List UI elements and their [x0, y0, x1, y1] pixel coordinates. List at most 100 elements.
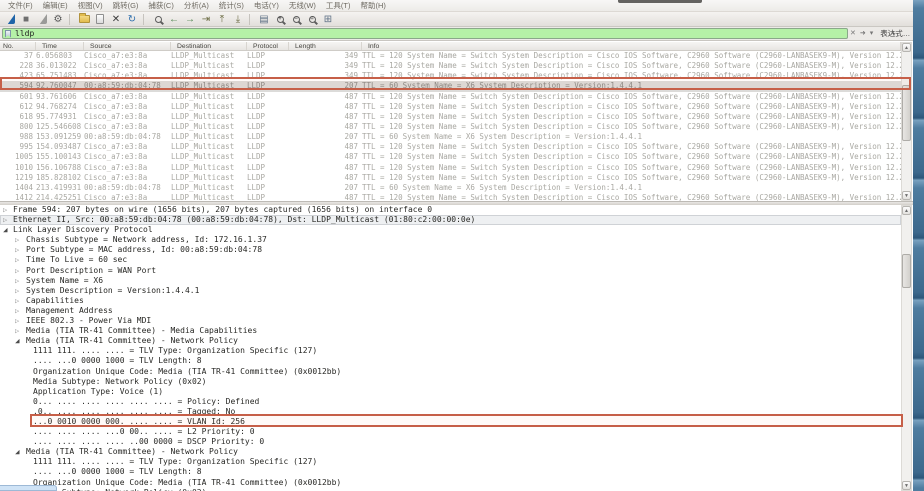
- menu-item-2[interactable]: 视图(V): [73, 0, 108, 11]
- packet-row-228[interactable]: 22836.013022Cisco_a7:e3:8aLLDP_Multicast…: [0, 61, 901, 71]
- menu-item-0[interactable]: 文件(F): [3, 0, 38, 11]
- packet-row-612[interactable]: 61294.768274Cisco_a7:e3:8aLLDP_Multicast…: [0, 102, 901, 112]
- packet-row-601[interactable]: 60193.761606Cisco_a7:e3:8aLLDP_Multicast…: [0, 92, 901, 102]
- expand-icon[interactable]: ▷: [15, 276, 19, 286]
- detail-line-17[interactable]: Media Subtype: Network Policy (0x02): [0, 377, 901, 387]
- colorize-icon[interactable]: ▤: [257, 13, 272, 26]
- column-header-time[interactable]: Time: [36, 42, 84, 50]
- filter-apply-icon[interactable]: ➜: [858, 28, 868, 39]
- scroll-down-icon[interactable]: ▼: [902, 481, 911, 490]
- column-header-length[interactable]: Length: [289, 42, 362, 50]
- go-forward-icon[interactable]: →: [183, 13, 198, 26]
- packet-row-995[interactable]: 995154.093487Cisco_a7:e3:8aLLDP_Multicas…: [0, 142, 901, 152]
- detail-line-26[interactable]: .... ...0 0000 1000 = TLV Length: 8: [0, 467, 901, 477]
- column-header-destination[interactable]: Destination: [171, 42, 247, 50]
- packet-row-618[interactable]: 61895.774931Cisco_a7:e3:8aLLDP_Multicast…: [0, 112, 901, 122]
- detail-line-8[interactable]: ▷System Description = Version:1.4.4.1: [0, 286, 901, 296]
- menu-item-9[interactable]: 工具(T): [321, 0, 356, 11]
- packet-row-1404[interactable]: 1404213.41993100:a8:59:db:04:78LLDP_Mult…: [0, 183, 901, 193]
- go-back-icon[interactable]: ←: [167, 13, 182, 26]
- expand-icon[interactable]: ▷: [3, 215, 7, 225]
- expand-icon[interactable]: ▷: [15, 235, 19, 245]
- packet-row-800[interactable]: 800125.546608Cisco_a7:e3:8aLLDP_Multicas…: [0, 122, 901, 132]
- details-scrollbar[interactable]: ▲ ▼: [901, 205, 912, 491]
- collapse-icon[interactable]: ◢: [15, 447, 20, 457]
- column-header-info[interactable]: Info: [362, 42, 901, 50]
- menu-item-4[interactable]: 捕获(C): [143, 0, 178, 11]
- zoom-100-icon[interactable]: =: [305, 13, 320, 26]
- filter-clear-icon[interactable]: ✕: [848, 28, 858, 39]
- detail-line-1[interactable]: ▷Ethernet II, Src: 00:a8:59:db:04:78 (00…: [0, 215, 901, 225]
- filter-bookmark-icon[interactable]: [5, 30, 11, 38]
- resize-columns-icon[interactable]: ⊞: [321, 13, 336, 26]
- expand-icon[interactable]: ▷: [15, 326, 19, 336]
- packet-row-988[interactable]: 988153.09125900:a8:59:db:04:78LLDP_Multi…: [0, 132, 901, 142]
- expand-icon[interactable]: ▷: [3, 205, 7, 215]
- packet-row-1005[interactable]: 1005155.100143Cisco_a7:e3:8aLLDP_Multica…: [0, 152, 901, 162]
- find-packet-icon[interactable]: [151, 13, 166, 26]
- zoom-in-icon[interactable]: +: [273, 13, 288, 26]
- capture-options-icon[interactable]: ⚙: [51, 13, 66, 26]
- menu-item-7[interactable]: 电话(Y): [249, 0, 284, 11]
- menu-item-8[interactable]: 无线(W): [284, 0, 321, 11]
- menu-item-3[interactable]: 跳转(G): [108, 0, 144, 11]
- packet-row-1010[interactable]: 1010156.106788Cisco_a7:e3:8aLLDP_Multica…: [0, 163, 901, 173]
- menu-item-1[interactable]: 编辑(E): [38, 0, 73, 11]
- scroll-up-icon[interactable]: ▲: [902, 206, 911, 215]
- zoom-out-icon[interactable]: −: [289, 13, 304, 26]
- packet-row-37[interactable]: 376.056803Cisco_a7:e3:8aLLDP_MulticastLL…: [0, 51, 901, 61]
- scroll-down-icon[interactable]: ▼: [902, 191, 911, 200]
- detail-line-4[interactable]: ▷Port Subtype = MAC address, Id: 00:a8:5…: [0, 245, 901, 255]
- scrollbar-thumb[interactable]: [902, 85, 911, 141]
- scrollbar-thumb[interactable]: [902, 254, 911, 288]
- reload-icon[interactable]: ↻: [125, 13, 140, 26]
- detail-line-10[interactable]: ▷Management Address: [0, 306, 901, 316]
- expand-icon[interactable]: ▷: [15, 316, 19, 326]
- close-file-icon[interactable]: ✕: [109, 13, 124, 26]
- detail-line-5[interactable]: ▷Time To Live = 60 sec: [0, 255, 901, 265]
- go-to-last-icon[interactable]: ⤓: [231, 13, 246, 26]
- detail-line-27[interactable]: Organization Unique Code: Media (TIA TR-…: [0, 478, 901, 488]
- packet-list-scrollbar[interactable]: ▲ ▼: [901, 42, 912, 201]
- menu-item-5[interactable]: 分析(A): [179, 0, 214, 11]
- collapse-icon[interactable]: ◢: [3, 225, 8, 235]
- detail-line-6[interactable]: ▷Port Description = WAN Port: [0, 266, 901, 276]
- detail-line-13[interactable]: ◢Media (TIA TR-41 Committee) - Network P…: [0, 336, 901, 346]
- expand-icon[interactable]: ▷: [15, 286, 19, 296]
- restart-capture-icon[interactable]: [35, 13, 50, 26]
- expand-icon[interactable]: ▷: [15, 306, 19, 316]
- detail-line-2[interactable]: ◢Link Layer Discovery Protocol: [0, 225, 901, 235]
- detail-line-23[interactable]: .... .... .... .... ..00 0000 = DSCP Pri…: [0, 437, 901, 447]
- menu-item-10[interactable]: 帮助(H): [356, 0, 391, 11]
- detail-line-28[interactable]: Media Subtype: Network Policy (0x02): [0, 488, 901, 491]
- open-file-icon[interactable]: [77, 13, 92, 26]
- detail-line-25[interactable]: 1111 111. .... .... = TLV Type: Organiza…: [0, 457, 901, 467]
- detail-line-24[interactable]: ◢Media (TIA TR-41 Committee) - Network P…: [0, 447, 901, 457]
- expand-icon[interactable]: ▷: [15, 296, 19, 306]
- detail-line-0[interactable]: ▷Frame 594: 207 bytes on wire (1656 bits…: [0, 205, 901, 215]
- detail-line-19[interactable]: 0... .... .... .... .... .... = Policy: …: [0, 397, 901, 407]
- detail-line-22[interactable]: .... .... .... ...0 00.. .... = L2 Prior…: [0, 427, 901, 437]
- column-header-source[interactable]: Source: [84, 42, 171, 50]
- start-capture-icon[interactable]: [3, 13, 18, 26]
- stop-capture-icon[interactable]: ■: [19, 13, 34, 26]
- column-header-no[interactable]: No.: [0, 42, 36, 50]
- expand-icon[interactable]: ▷: [15, 245, 19, 255]
- detail-line-3[interactable]: ▷Chassis Subtype = Network address, Id: …: [0, 235, 901, 245]
- packet-row-1219[interactable]: 1219185.828102Cisco_a7:e3:8aLLDP_Multica…: [0, 173, 901, 183]
- detail-line-7[interactable]: ▷System Name = X6: [0, 276, 901, 286]
- detail-line-18[interactable]: Application Type: Voice (1): [0, 387, 901, 397]
- filter-add-button[interactable]: +: [888, 29, 899, 39]
- scroll-up-icon[interactable]: ▲: [902, 43, 911, 52]
- detail-line-12[interactable]: ▷Media (TIA TR-41 Committee) - Media Cap…: [0, 326, 901, 336]
- go-to-packet-icon[interactable]: ⇥: [199, 13, 214, 26]
- detail-line-11[interactable]: ▷IEEE 802.3 - Power Via MDI: [0, 316, 901, 326]
- detail-line-15[interactable]: .... ...0 0000 1000 = TLV Length: 8: [0, 356, 901, 366]
- detail-line-16[interactable]: Organization Unique Code: Media (TIA TR-…: [0, 367, 901, 377]
- go-to-first-icon[interactable]: ⤒: [215, 13, 230, 26]
- column-header-protocol[interactable]: Protocol: [247, 42, 289, 50]
- packet-row-1412[interactable]: 1412214.425251Cisco_a7:e3:8aLLDP_Multica…: [0, 193, 901, 201]
- detail-line-14[interactable]: 1111 111. .... .... = TLV Type: Organiza…: [0, 346, 901, 356]
- filter-dropdown-icon[interactable]: ▾: [868, 28, 876, 39]
- expand-icon[interactable]: ▷: [15, 255, 19, 265]
